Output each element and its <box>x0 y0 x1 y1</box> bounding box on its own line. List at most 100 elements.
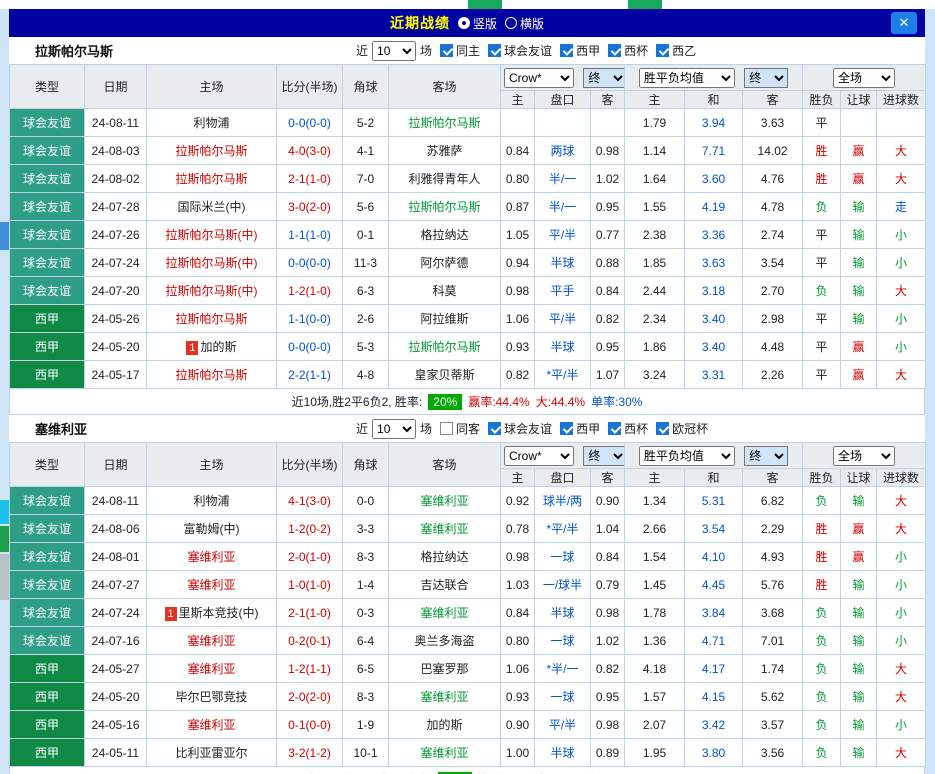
away-team-cell[interactable]: 塞维利亚 <box>389 683 501 711</box>
away-team-cell[interactable]: 科莫 <box>389 277 501 305</box>
away-team-cell[interactable]: 塞维利亚 <box>389 739 501 767</box>
fulltime-select[interactable]: 全场 <box>833 68 895 88</box>
odds-company-select[interactable]: Crow* <box>504 68 574 88</box>
home-team-cell[interactable]: 塞维利亚 <box>147 543 277 571</box>
away-team-cell[interactable]: 奥兰多海盗 <box>389 627 501 655</box>
horizontal-layout-radio[interactable] <box>505 17 517 29</box>
wdl-average-select[interactable]: 胜平负均值 <box>639 68 735 88</box>
home-team-cell[interactable]: 塞维利亚 <box>147 655 277 683</box>
recent-count-select[interactable]: 10 <box>372 419 416 439</box>
away-team-cell[interactable]: 塞维利亚 <box>389 515 501 543</box>
away-team-cell[interactable]: 利雅得青年人 <box>389 165 501 193</box>
vertical-layout-radio[interactable] <box>458 17 470 29</box>
odds-away-win: 3.68 <box>743 599 803 627</box>
recent-count-select[interactable]: 10 <box>372 41 416 61</box>
match-score[interactable]: 2-0(2-0) <box>277 683 343 711</box>
away-team-cell[interactable]: 拉斯帕尔马斯 <box>389 193 501 221</box>
match-score[interactable]: 2-1(1-0) <box>277 599 343 627</box>
league-filter-label-friendly: 球会友谊 <box>504 420 552 437</box>
away-team-cell[interactable]: 巴塞罗那 <box>389 655 501 683</box>
league-filter-checkbox-friendly[interactable] <box>488 422 501 435</box>
home-team-cell[interactable]: 富勒姆(中) <box>147 515 277 543</box>
match-score[interactable]: 1-1(0-0) <box>277 305 343 333</box>
away-team-cell[interactable]: 苏雅萨 <box>389 137 501 165</box>
league-filter-checkbox-ucl[interactable] <box>656 422 669 435</box>
match-score[interactable]: 0-0(0-0) <box>277 249 343 277</box>
home-team-name: 塞维利亚 <box>187 662 235 676</box>
match-score[interactable]: 0-2(0-1) <box>277 627 343 655</box>
horizontal-layout-label[interactable]: 横版 <box>520 15 544 32</box>
match-score[interactable]: 1-1(1-0) <box>277 221 343 249</box>
home-team-cell[interactable]: 塞维利亚 <box>147 571 277 599</box>
away-team-cell[interactable]: 阿尔萨德 <box>389 249 501 277</box>
match-date: 24-07-16 <box>85 627 147 655</box>
away-team-cell[interactable]: 拉斯帕尔马斯 <box>389 333 501 361</box>
match-score[interactable]: 1-2(0-2) <box>277 515 343 543</box>
away-team-cell[interactable]: 拉斯帕尔马斯 <box>389 109 501 137</box>
away-team-cell[interactable]: 格拉纳达 <box>389 221 501 249</box>
away-team-cell[interactable]: 塞维利亚 <box>389 599 501 627</box>
home-team-cell[interactable]: 毕尔巴鄂竞技 <box>147 683 277 711</box>
match-score[interactable]: 1-2(1-1) <box>277 655 343 683</box>
league-type-cell: 球会友谊 <box>10 599 85 627</box>
home-team-cell[interactable]: 1里斯本竞技(中) <box>147 599 277 627</box>
home-team-cell[interactable]: 拉斯帕尔马斯 <box>147 165 277 193</box>
match-score[interactable]: 0-0(0-0) <box>277 333 343 361</box>
fulltime-select[interactable]: 全场 <box>833 446 895 466</box>
odds-company-select[interactable]: Crow* <box>504 446 574 466</box>
wdl-average-select[interactable]: 胜平负均值 <box>639 446 735 466</box>
away-team-cell[interactable]: 塞维利亚 <box>389 487 501 515</box>
home-team-cell[interactable]: 利物浦 <box>147 487 277 515</box>
away-team-cell[interactable]: 皇家贝蒂斯 <box>389 361 501 389</box>
home-team-cell[interactable]: 塞维利亚 <box>147 711 277 739</box>
col-lose: 客 <box>743 469 803 487</box>
home-team-cell[interactable]: 拉斯帕尔马斯(中) <box>147 249 277 277</box>
league-filter-checkbox-segunda[interactable] <box>656 44 669 57</box>
league-filter-checkbox-copa[interactable] <box>608 44 621 57</box>
wdl-stage-select[interactable]: 终 <box>744 446 788 466</box>
home-team-cell[interactable]: 拉斯帕尔马斯 <box>147 137 277 165</box>
league-filter-checkbox-copa[interactable] <box>608 422 621 435</box>
home-team-cell[interactable]: 1加的斯 <box>147 333 277 361</box>
match-score[interactable]: 2-0(1-0) <box>277 543 343 571</box>
home-team-cell[interactable]: 拉斯帕尔马斯(中) <box>147 277 277 305</box>
match-row: 球会友谊24-07-27塞维利亚1-0(1-0)1-4吉达联合1.03一/球半0… <box>10 571 926 599</box>
match-score[interactable]: 2-2(1-1) <box>277 361 343 389</box>
close-button[interactable]: ✕ <box>891 12 917 34</box>
match-score[interactable]: 1-0(1-0) <box>277 571 343 599</box>
vertical-layout-label[interactable]: 竖版 <box>473 15 497 32</box>
match-score[interactable]: 0-1(0-0) <box>277 711 343 739</box>
league-type-cell: 球会友谊 <box>10 515 85 543</box>
away-team-cell[interactable]: 加的斯 <box>389 711 501 739</box>
match-score[interactable]: 3-0(2-0) <box>277 193 343 221</box>
home-team-cell[interactable]: 国际米兰(中) <box>147 193 277 221</box>
away-team-cell[interactable]: 阿拉维斯 <box>389 305 501 333</box>
match-score[interactable]: 4-1(3-0) <box>277 487 343 515</box>
handicap-odds-home: 0.93 <box>501 333 535 361</box>
home-team-cell[interactable]: 比利亚雷亚尔 <box>147 739 277 767</box>
home-team-cell[interactable]: 拉斯帕尔马斯(中) <box>147 221 277 249</box>
league-filter-checkbox-laliga[interactable] <box>560 44 573 57</box>
league-filter-checkbox-friendly[interactable] <box>488 44 501 57</box>
away-team-cell[interactable]: 吉达联合 <box>389 571 501 599</box>
league-filter-checkbox-laliga[interactable] <box>560 422 573 435</box>
same-venue-checkbox[interactable] <box>440 44 453 57</box>
odds-stage-select[interactable]: 终 <box>583 68 624 88</box>
match-score[interactable]: 0-0(0-0) <box>277 109 343 137</box>
match-score[interactable]: 4-0(3-0) <box>277 137 343 165</box>
result-win-lose: 负 <box>803 599 841 627</box>
home-team-cell[interactable]: 拉斯帕尔马斯 <box>147 361 277 389</box>
match-score[interactable]: 3-2(1-2) <box>277 739 343 767</box>
home-team-cell[interactable]: 利物浦 <box>147 109 277 137</box>
odds-stage-select[interactable]: 终 <box>583 446 624 466</box>
result-handicap: 赢 <box>841 165 877 193</box>
match-score[interactable]: 2-1(1-0) <box>277 165 343 193</box>
wdl-stage-select[interactable]: 终 <box>744 68 788 88</box>
home-team-cell[interactable]: 塞维利亚 <box>147 627 277 655</box>
same-venue-checkbox[interactable] <box>440 422 453 435</box>
home-team-cell[interactable]: 拉斯帕尔马斯 <box>147 305 277 333</box>
handicap-odds-home: 1.03 <box>501 571 535 599</box>
away-team-cell[interactable]: 格拉纳达 <box>389 543 501 571</box>
away-team-name: 格拉纳达 <box>420 228 468 242</box>
match-score[interactable]: 1-2(1-0) <box>277 277 343 305</box>
